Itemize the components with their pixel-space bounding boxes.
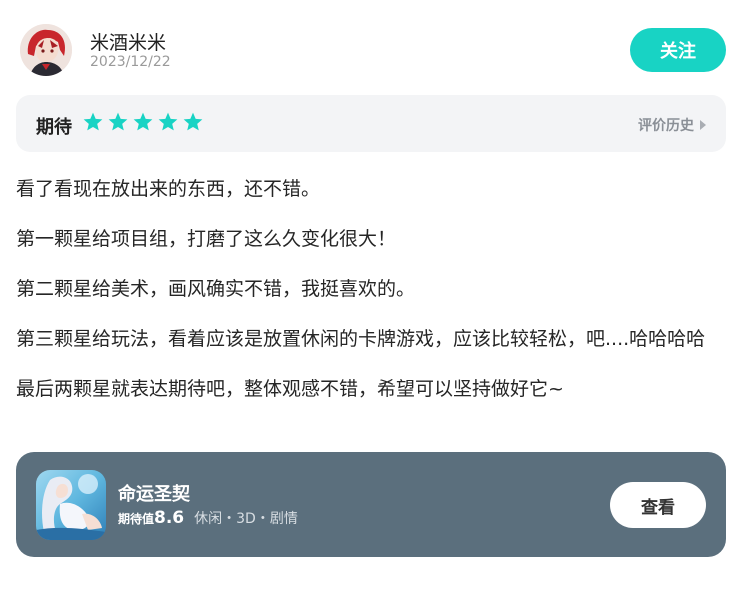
game-title[interactable]: 命运圣契 — [118, 480, 190, 506]
game-card[interactable]: 命运圣契 期待值 8.6 休闲・3D・剧情 查看 — [16, 452, 726, 557]
game-tags: 休闲・3D・剧情 — [194, 511, 298, 527]
review-header: 米酒米米 2023/12/22 关注 — [20, 22, 726, 78]
expect-label: 期待值 — [118, 512, 155, 526]
star-icon — [83, 112, 103, 131]
user-name[interactable]: 米酒米米 — [90, 28, 166, 55]
rating-history-link[interactable]: 评价历史 — [638, 115, 706, 135]
review-body: 看了看现在放出来的东西，还不错。 第一颗星给项目组，打磨了这么久变化很大！ 第二… — [16, 176, 722, 426]
expect-score: 8.6 — [154, 508, 185, 528]
post-date: 2023/12/22 — [90, 54, 171, 70]
rating-label: 期待 — [36, 117, 72, 138]
rating-history-label: 评价历史 — [638, 118, 694, 134]
rating-bar: 期待 评价历史 — [16, 95, 726, 152]
view-button[interactable]: 查看 — [610, 482, 706, 528]
star-icon — [183, 112, 203, 131]
game-icon[interactable] — [36, 470, 106, 540]
review-paragraph: 最后两颗星就表达期待吧，整体观感不错，希望可以坚持做好它~ — [16, 378, 564, 400]
avatar[interactable] — [20, 24, 72, 76]
chevron-right-icon — [700, 120, 706, 130]
game-meta: 期待值 8.6 休闲・3D・剧情 — [118, 508, 298, 528]
follow-button[interactable]: 关注 — [630, 28, 726, 72]
star-icon — [108, 112, 128, 131]
review-paragraph: 看了看现在放出来的东西，还不错。 — [16, 178, 321, 200]
review-paragraph: 第三颗星给玩法，看着应该是放置休闲的卡牌游戏，应该比较轻松，吧....哈哈哈哈 — [16, 328, 706, 350]
star-rating — [82, 111, 204, 133]
star-icon — [158, 112, 178, 131]
star-icon — [133, 112, 153, 131]
review-paragraph: 第二颗星给美术，画风确实不错，我挺喜欢的。 — [16, 278, 416, 300]
review-paragraph: 第一颗星给项目组，打磨了这么久变化很大！ — [16, 228, 397, 250]
